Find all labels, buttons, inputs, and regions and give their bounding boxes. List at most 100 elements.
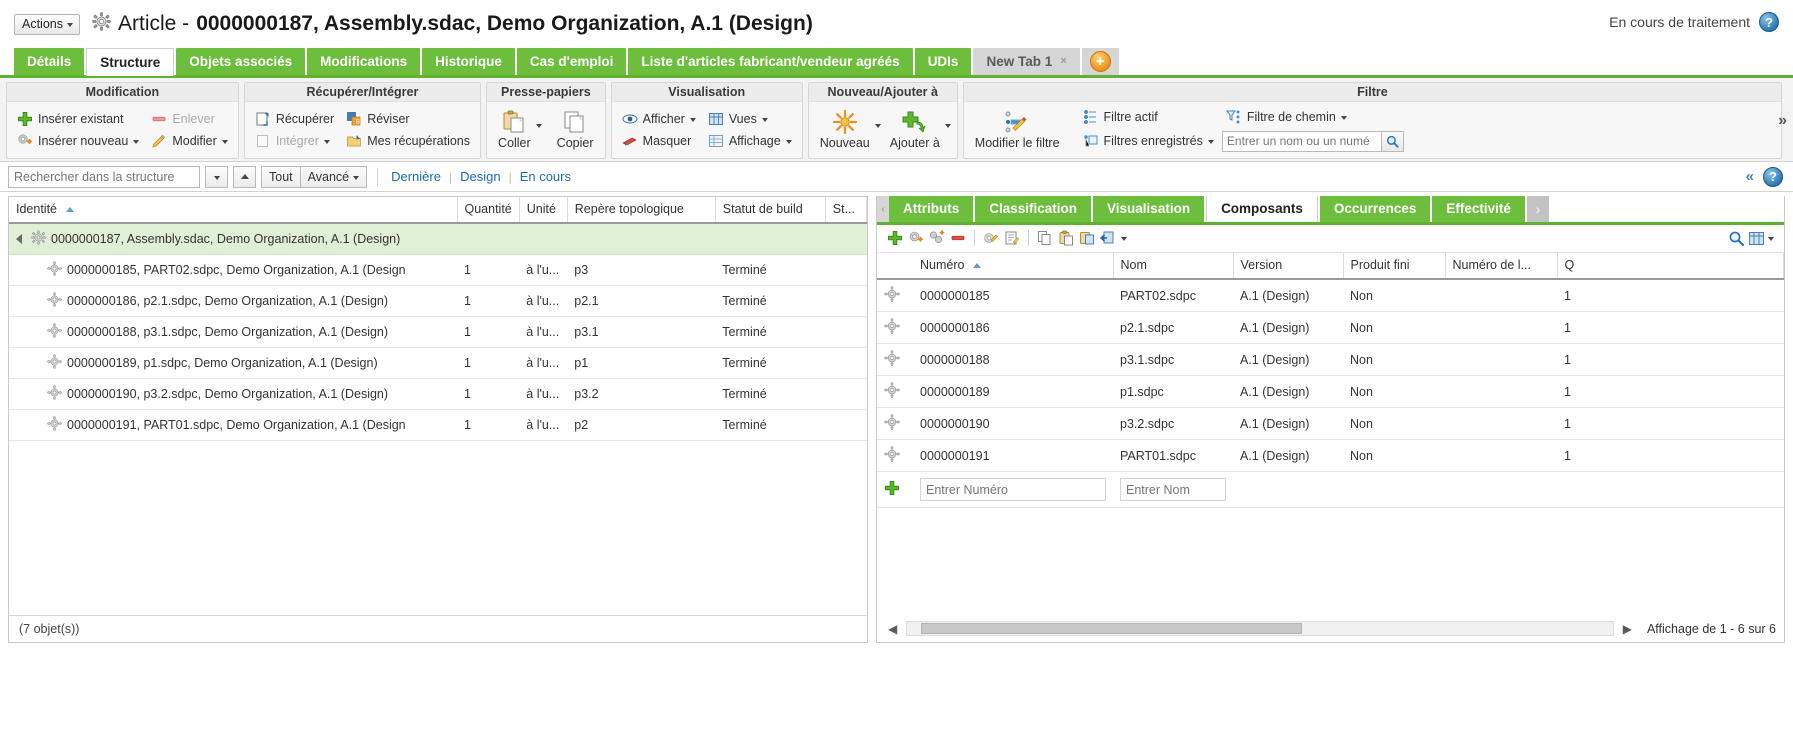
table-row[interactable]: 0000000191 PART01.sdpc A.1 (Design) Non … — [877, 439, 1784, 472]
paste-special-icon[interactable] — [1079, 230, 1095, 246]
edit-attributes-icon[interactable] — [1004, 230, 1020, 246]
table-row[interactable]: 0000000185 PART02.sdpc A.1 (Design) Non … — [877, 279, 1784, 312]
cell-numero[interactable]: 0000000185 — [913, 279, 1113, 312]
column-header-quantite[interactable]: Quantité — [457, 197, 520, 224]
tab-modifications[interactable]: Modifications — [307, 48, 421, 75]
tab-structure[interactable]: Structure — [86, 48, 175, 76]
export-icon[interactable] — [1099, 230, 1116, 246]
table-row[interactable]: 0000000190 p3.2.sdpc A.1 (Design) Non 1 — [877, 407, 1784, 440]
paste-icon[interactable] — [1058, 230, 1074, 246]
edit-part-icon[interactable] — [983, 230, 999, 246]
chevron-down-icon[interactable] — [944, 123, 951, 128]
green-plus-icon[interactable] — [884, 480, 900, 496]
cell-identite[interactable]: 0000000185, PART02.sdpc, Demo Organizati… — [9, 254, 457, 286]
table-row[interactable]: 0000000188, p3.1.sdpc, Demo Organization… — [9, 316, 867, 348]
revise-button[interactable]: B Réviser — [342, 109, 474, 129]
chevron-down-icon[interactable] — [133, 140, 140, 144]
table-row[interactable]: 0000000189, p1.sdpc, Demo Organization, … — [9, 347, 867, 379]
tab-udis[interactable]: UDIs — [914, 48, 972, 75]
column-header-unite[interactable]: Unité — [519, 197, 568, 224]
chevron-down-icon[interactable] — [874, 123, 881, 128]
tab-cas-demploi[interactable]: Cas d'emploi — [516, 48, 627, 75]
checkout-button[interactable]: Récupérer — [251, 109, 338, 129]
table-view-icon[interactable] — [1748, 230, 1764, 246]
cell-identite[interactable]: 0000000188, p3.1.sdpc, Demo Organization… — [9, 316, 457, 348]
cell-identite[interactable]: 0000000190, p3.2.sdpc, Demo Organization… — [9, 378, 457, 410]
chevron-down-icon[interactable] — [689, 118, 696, 122]
tab-historique[interactable]: Historique — [422, 48, 515, 75]
scope-advanced-button[interactable]: Avancé — [299, 165, 368, 188]
scroll-right-icon[interactable]: ▶ — [1620, 622, 1635, 636]
views-button[interactable]: Vues — [704, 109, 796, 129]
scrollbar-thumb[interactable] — [921, 623, 1303, 634]
chevron-down-icon[interactable] — [1121, 237, 1127, 241]
chevron-down-icon[interactable] — [1207, 140, 1214, 144]
ribbon-expand-button[interactable]: » — [1778, 112, 1787, 130]
modify-button[interactable]: Modifier — [147, 131, 231, 151]
filter-link-design[interactable]: Design — [457, 169, 503, 184]
tab-new-tab-1[interactable]: New Tab 1 × — [973, 48, 1080, 75]
cell-numero[interactable]: 0000000191 — [913, 439, 1113, 472]
new-numero-input[interactable] — [920, 478, 1106, 501]
column-header-q[interactable]: Q — [1557, 253, 1784, 280]
add-tab-button[interactable]: + — [1081, 48, 1119, 75]
chevron-down-icon[interactable] — [785, 140, 792, 144]
new-nom-input[interactable] — [1120, 478, 1226, 501]
column-header-statut-build[interactable]: Statut de build — [715, 197, 826, 224]
table-row[interactable]: 0000000189 p1.sdpc A.1 (Design) Non 1 — [877, 375, 1784, 408]
table-row[interactable]: 0000000186, p2.1.sdpc, Demo Organization… — [9, 285, 867, 317]
search-collapse-button[interactable] — [233, 165, 256, 188]
scope-all-button[interactable]: Tout — [261, 165, 300, 188]
my-checkouts-button[interactable]: Mes récupérations — [342, 131, 474, 151]
table-row[interactable]: 0000000187, Assembly.sdac, Demo Organiza… — [9, 223, 867, 255]
new-part-icon[interactable] — [908, 230, 924, 246]
path-filter-button[interactable]: Filtre de chemin — [1222, 107, 1404, 127]
tab-effectivite[interactable]: Effectivité — [1432, 196, 1525, 222]
cell-numero[interactable]: 0000000190 — [913, 407, 1113, 440]
table-row[interactable]: 0000000185, PART02.sdpc, Demo Organizati… — [9, 254, 867, 286]
cell-identite[interactable]: 0000000186, p2.1.sdpc, Demo Organization… — [9, 285, 457, 317]
edit-filter-button[interactable]: Modifier le filtre — [970, 108, 1065, 151]
active-filter-button[interactable]: Filtre actif — [1079, 107, 1218, 127]
filter-link-en-cours[interactable]: En cours — [517, 169, 574, 184]
cell-identite[interactable]: 0000000189, p1.sdpc, Demo Organization, … — [9, 347, 457, 379]
table-row[interactable]: 0000000188 p3.1.sdpc A.1 (Design) Non 1 — [877, 343, 1784, 376]
chevron-down-icon[interactable] — [1340, 115, 1347, 120]
remove-icon[interactable] — [950, 230, 966, 246]
new-button[interactable]: Nouveau — [815, 108, 875, 151]
column-header-numero[interactable]: Numéro — [913, 253, 1114, 280]
paste-button[interactable]: Coller — [493, 108, 536, 151]
column-header-repere[interactable]: Repère topologique — [567, 197, 716, 224]
tab-scroll-right-button[interactable]: › — [1526, 196, 1549, 222]
insert-existing-button[interactable]: Insérer existant — [13, 109, 143, 129]
collapse-triangle-icon[interactable] — [16, 234, 22, 244]
cell-add-icon[interactable] — [877, 471, 913, 508]
cell-new-numero[interactable] — [913, 471, 1113, 508]
column-header-st[interactable]: St... — [825, 197, 868, 224]
tab-attributs[interactable]: Attributs — [889, 196, 974, 222]
tab-occurrences[interactable]: Occurrences — [1319, 196, 1431, 222]
horizontal-scrollbar[interactable] — [906, 621, 1614, 636]
saved-filters-button[interactable]: Filtres enregistrés — [1079, 131, 1218, 151]
chevron-down-icon[interactable] — [1768, 237, 1774, 241]
add-icon[interactable] — [887, 230, 903, 246]
close-icon[interactable]: × — [1060, 54, 1066, 69]
cell-identite[interactable]: 0000000191, PART01.sdpc, Demo Organizati… — [9, 409, 457, 441]
copy-icon[interactable] — [1037, 230, 1053, 246]
filter-link-derniere[interactable]: Dernière — [388, 169, 444, 184]
tab-composants[interactable]: Composants — [1206, 196, 1318, 222]
add-to-button[interactable]: Ajouter à — [885, 108, 945, 151]
column-header-identite[interactable]: Identité — [9, 197, 458, 224]
column-header-version[interactable]: Version — [1233, 253, 1344, 280]
table-row[interactable]: 0000000186 p2.1.sdpc A.1 (Design) Non 1 — [877, 311, 1784, 344]
double-chevron-up-icon[interactable]: « — [1746, 169, 1754, 184]
chevron-down-icon[interactable] — [535, 123, 542, 128]
help-icon[interactable]: ? — [1759, 12, 1779, 32]
tab-visualisation[interactable]: Visualisation — [1093, 196, 1205, 222]
cell-numero[interactable]: 0000000186 — [913, 311, 1113, 344]
actions-menu-button[interactable]: Actions — [14, 13, 80, 35]
column-header-numero-de-l[interactable]: Numéro de l... — [1445, 253, 1558, 280]
chevron-down-icon[interactable] — [221, 140, 228, 144]
cell-new-nom[interactable] — [1113, 471, 1233, 508]
filter-search-icon[interactable] — [1381, 130, 1404, 152]
